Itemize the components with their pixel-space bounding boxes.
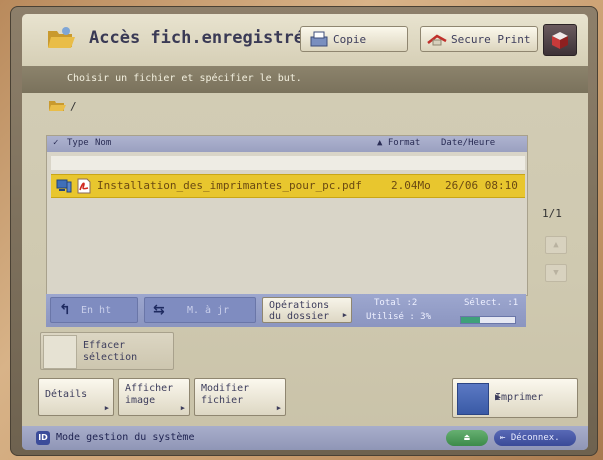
clear-selection-label-1: Effacer bbox=[83, 340, 126, 351]
folder-ops-label-2: du dossier bbox=[269, 311, 330, 322]
file-date: 26/06 08:10 bbox=[445, 179, 518, 192]
storage-usage-fill bbox=[461, 317, 480, 323]
copy-button[interactable]: Copie bbox=[300, 26, 408, 52]
touch-screen: Accès fich.enregistrés Copie Secure Prin… bbox=[22, 14, 588, 450]
show-image-label-2: image bbox=[125, 395, 156, 406]
edit-file-button[interactable]: Modifier fichier ▶ bbox=[194, 378, 286, 416]
show-image-button[interactable]: Afficher image ▶ bbox=[118, 378, 190, 416]
usage-text: Utilisé : 3% bbox=[366, 312, 432, 322]
update-label: M. à jr bbox=[187, 305, 230, 316]
main-menu-button[interactable] bbox=[543, 24, 577, 56]
total-count: Total :2 bbox=[374, 298, 418, 308]
path-text: / bbox=[70, 100, 77, 113]
column-name[interactable]: Nom bbox=[95, 138, 111, 148]
clear-selection-label-2: sélection bbox=[83, 352, 138, 363]
submenu-arrow-icon: ▶ bbox=[276, 404, 281, 412]
header-bar: Accès fich.enregistrés Copie Secure Prin… bbox=[22, 14, 588, 66]
page-indicator: 1/1 bbox=[542, 207, 562, 220]
column-type[interactable]: Type bbox=[67, 138, 89, 148]
submenu-arrow-icon: ▶ bbox=[495, 392, 502, 403]
list-header: ✓ Type Nom ▲ Format Date/Heure bbox=[47, 136, 527, 152]
clear-selection-button[interactable]: Effacer sélection bbox=[40, 332, 174, 370]
submenu-arrow-icon: ▶ bbox=[180, 404, 185, 412]
folder-operations-button[interactable]: Opérations du dossier ▶ bbox=[262, 297, 352, 323]
table-row[interactable]: Installation_des_imprimantes_pour_pc.pdf… bbox=[51, 174, 525, 198]
computer-icon bbox=[56, 179, 72, 193]
logout-icon: ⇤ bbox=[500, 433, 506, 443]
folder-ops-label-1: Opérations bbox=[269, 300, 330, 311]
pdf-file-icon bbox=[77, 178, 91, 194]
up-level-label: En ht bbox=[81, 305, 112, 316]
up-level-button[interactable]: ↰ En ht bbox=[50, 297, 138, 323]
details-button[interactable]: Détails ▶ bbox=[38, 378, 114, 416]
column-date[interactable]: Date/Heure bbox=[441, 138, 495, 148]
copy-label: Copie bbox=[333, 32, 367, 46]
instruction-bar: Choisir un fichier et spécifier le but. bbox=[22, 66, 588, 93]
details-label: Détails bbox=[45, 389, 88, 400]
clear-selection-icon bbox=[43, 335, 77, 369]
submenu-arrow-icon: ▶ bbox=[342, 311, 347, 319]
secure-print-icon bbox=[427, 34, 447, 46]
instruction-text: Choisir un fichier et spécifier le but. bbox=[67, 73, 302, 84]
arrow-down-icon: ▼ bbox=[553, 268, 559, 278]
eject-button[interactable]: ⏏ bbox=[446, 430, 488, 446]
edit-file-label-1: Modifier bbox=[201, 383, 250, 394]
column-format[interactable]: ▲ Format bbox=[377, 138, 420, 148]
scroll-down-button[interactable]: ▼ bbox=[545, 264, 567, 282]
update-button[interactable]: ⇆ M. à jr bbox=[144, 297, 256, 323]
logout-label: Déconnex. bbox=[510, 433, 560, 443]
status-bar: ID Mode gestion du système ⏏ ⇤ Déconnex. bbox=[22, 426, 588, 450]
submenu-arrow-icon: ▶ bbox=[104, 404, 109, 412]
selected-count: Sélect. :1 bbox=[464, 298, 519, 308]
cube-icon bbox=[552, 32, 568, 49]
folder-open-icon bbox=[48, 27, 75, 48]
eject-icon: ⏏ bbox=[464, 433, 470, 443]
system-mode-text: Mode gestion du système bbox=[56, 432, 195, 443]
arrow-up-left-icon: ↰ bbox=[59, 302, 71, 318]
scroll-up-button[interactable]: ▲ bbox=[545, 236, 567, 254]
arrow-up-icon: ▲ bbox=[553, 240, 559, 250]
show-image-label-1: Afficher bbox=[125, 383, 174, 394]
storage-usage-bar bbox=[460, 316, 516, 324]
page-title: Accès fich.enregistrés bbox=[89, 28, 315, 48]
file-list: ✓ Type Nom ▲ Format Date/Heure Installat… bbox=[46, 135, 528, 296]
file-size: 2.04Mo bbox=[391, 179, 431, 192]
list-row-empty bbox=[51, 156, 525, 170]
secure-print-button[interactable]: Secure Print bbox=[420, 26, 538, 52]
logout-button[interactable]: ⇤ Déconnex. bbox=[494, 430, 576, 446]
refresh-arrows-icon: ⇆ bbox=[153, 302, 165, 318]
print-button[interactable]: Imprimer ▶ bbox=[452, 378, 578, 418]
print-icon bbox=[457, 383, 489, 415]
copy-icon bbox=[310, 31, 328, 47]
id-icon: ID bbox=[36, 431, 50, 445]
file-name: Installation_des_imprimantes_pour_pc.pdf bbox=[97, 179, 362, 192]
checkmark-icon: ✓ bbox=[53, 138, 59, 148]
folder-open-icon bbox=[49, 101, 66, 111]
secure-print-label: Secure Print bbox=[451, 32, 531, 46]
list-action-bar: ↰ En ht ⇆ M. à jr Opérations du dossier … bbox=[46, 294, 526, 327]
edit-file-label-2: fichier bbox=[201, 395, 244, 406]
